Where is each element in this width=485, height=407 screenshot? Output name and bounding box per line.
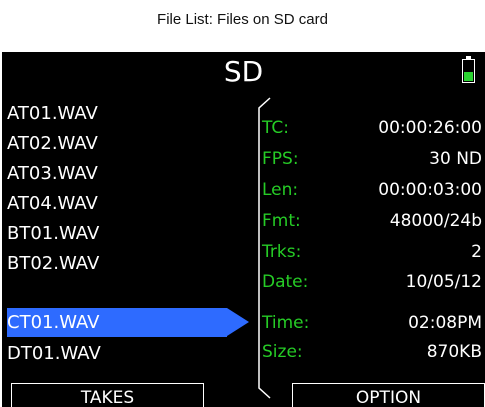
detail-value-fmt: 48000/24b: [389, 211, 482, 231]
detail-value-tc: 00:00:26:00: [378, 118, 482, 138]
file-item[interactable]: AT01.WAV: [7, 99, 98, 129]
detail-label-date: Date:: [262, 272, 309, 292]
detail-label-trks: Trks:: [262, 242, 302, 262]
detail-value-len: 00:00:03:00: [378, 180, 482, 200]
detail-value-time: 02:08PM: [408, 313, 482, 333]
file-item[interactable]: AT04.WAV: [7, 189, 98, 219]
file-item[interactable]: BT02.WAV: [7, 249, 99, 279]
takes-softkey-button[interactable]: TAKES: [11, 383, 204, 407]
figure-caption: File List: Files on SD card: [157, 11, 328, 28]
file-item[interactable]: BT01.WAV: [7, 219, 99, 249]
detail-value-date: 10/05/12: [405, 272, 482, 292]
detail-label-fps: FPS:: [262, 149, 299, 169]
detail-label-tc: TC:: [262, 118, 289, 138]
file-item[interactable]: AT02.WAV: [7, 129, 98, 159]
detail-label-fmt: Fmt:: [262, 211, 301, 231]
recorder-screen: SD AT01.WAV AT02.WAV AT03.WAV AT04.WAV B…: [2, 52, 485, 407]
detail-value-fps: 30 ND: [429, 149, 482, 169]
selection-arrow-icon: [227, 308, 249, 336]
file-item[interactable]: AT03.WAV: [7, 159, 98, 189]
detail-value-size: 870KB: [426, 342, 482, 362]
detail-label-time: Time:: [262, 313, 310, 333]
detail-label-len: Len:: [262, 180, 299, 200]
file-item-selected[interactable]: CT01.WAV: [7, 308, 99, 338]
option-softkey-button[interactable]: OPTION: [292, 383, 485, 407]
detail-value-trks: 2: [471, 242, 482, 262]
detail-label-size: Size:: [262, 342, 303, 362]
file-item[interactable]: DT01.WAV: [7, 339, 101, 369]
